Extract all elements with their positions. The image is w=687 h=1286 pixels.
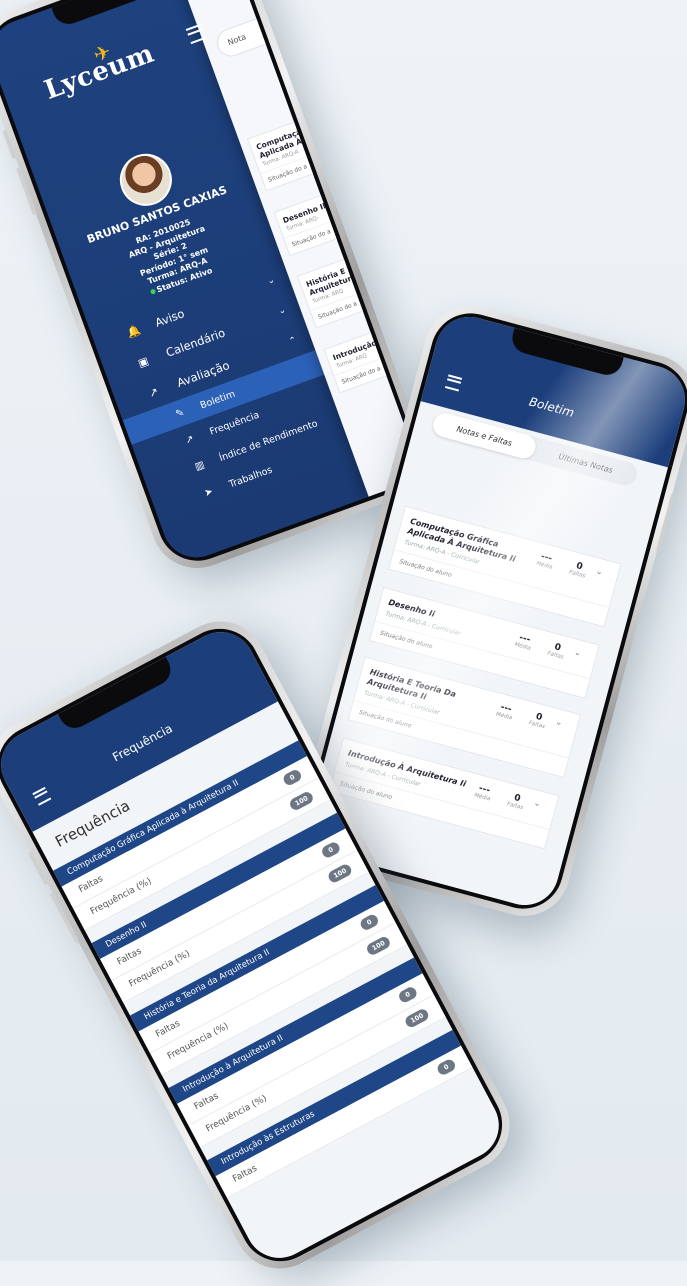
- faltas-value: 0 Faltas: [520, 708, 557, 732]
- bar-chart-icon: ▥: [193, 458, 206, 473]
- course-card[interactable]: Desenho II Turma: ARQ- Situação do a: [273, 180, 377, 257]
- chevron-down-icon[interactable]: ⌄: [532, 798, 548, 811]
- faltas-badge: 0: [281, 768, 304, 788]
- phone-menu: Lyceum ✈ BRUNO SANTOS CAXIAS RA: 2010025…: [0, 0, 438, 581]
- screen: Lyceum ✈ BRUNO SANTOS CAXIAS RA: 2010025…: [0, 0, 424, 567]
- faltas-badge: 0: [358, 912, 381, 932]
- media-value: --- Média: [487, 699, 524, 723]
- faltas-value: 0 Faltas: [498, 789, 535, 813]
- media-value: --- Média: [505, 630, 542, 654]
- faltas-label: Faltas: [77, 873, 105, 896]
- send-icon: ➤: [202, 485, 215, 499]
- chevron-down-icon[interactable]: ⌄: [594, 566, 610, 579]
- chevron-down-icon[interactable]: ⌄: [573, 647, 589, 660]
- faltas-label: Faltas: [192, 1091, 221, 1113]
- faltas-label: Faltas: [115, 946, 144, 968]
- trend-icon: ↗: [183, 432, 196, 447]
- faltas-label: Faltas: [154, 1018, 182, 1040]
- faltas-badge: 0: [320, 840, 342, 860]
- freq-badge: 100: [365, 934, 392, 957]
- media-value: --- Média: [465, 781, 502, 805]
- course-card[interactable]: História E T Arquitetur Turma: ARQ Situa…: [296, 244, 403, 329]
- faltas-badge: 0: [397, 985, 419, 1005]
- faltas-badge: 0: [435, 1057, 458, 1077]
- faltas-label: Faltas: [231, 1163, 259, 1185]
- status-dot-icon: [149, 288, 156, 295]
- faltas-value: 0 Faltas: [538, 639, 575, 663]
- bell-icon: 🔔: [125, 322, 143, 340]
- search-field[interactable]: Nota: [213, 0, 319, 61]
- media-value: --- Média: [527, 549, 564, 573]
- chevron-down-icon[interactable]: ⌄: [554, 717, 570, 730]
- edit-icon: ✎: [174, 406, 186, 420]
- calendar-icon: ▣: [136, 353, 151, 370]
- course-card[interactable]: Computação Aplicada À Turma: ARQ-A Situa…: [246, 107, 353, 192]
- chart-icon: ↗: [146, 384, 161, 400]
- freq-badge: 100: [288, 790, 315, 812]
- submenu-item-label: Boletim: [198, 388, 237, 411]
- faltas-value: 0 Faltas: [560, 558, 597, 582]
- side-menu: Lyceum ✈ BRUNO SANTOS CAXIAS RA: 2010025…: [0, 0, 424, 567]
- freq-badge: 100: [403, 1007, 431, 1029]
- freq-badge: 100: [326, 862, 354, 885]
- submenu-item-label: Trabalhos: [227, 464, 274, 490]
